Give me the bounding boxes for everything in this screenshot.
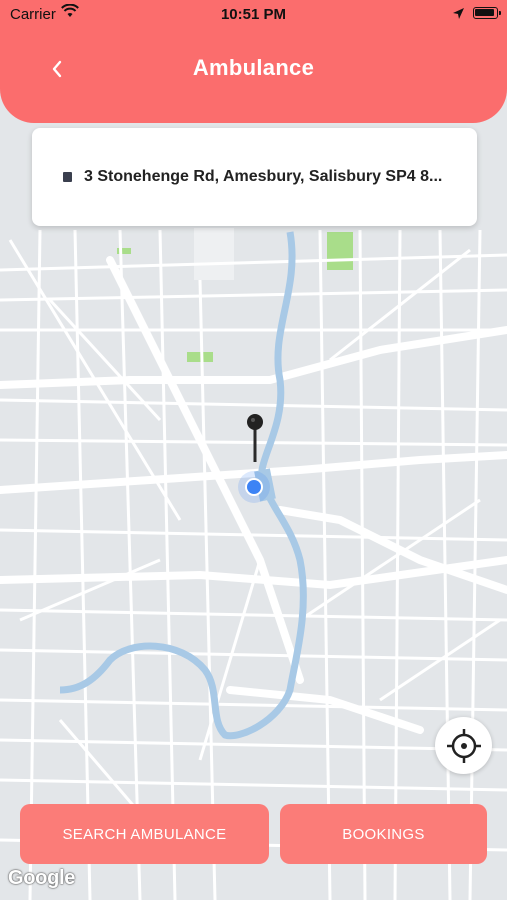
status-time: 10:51 PM — [220, 6, 287, 23]
search-ambulance-button[interactable]: SEARCH AMBULANCE — [20, 804, 269, 864]
current-location-dot — [238, 471, 270, 503]
address-card[interactable]: 3 Stonehenge Rd, Amesbury, Salisbury SP4… — [32, 128, 477, 226]
crosshair-icon — [446, 728, 481, 763]
address-text: 3 Stonehenge Rd, Amesbury, Salisbury SP4… — [84, 168, 443, 185]
app-header: Carrier 10:51 PM Ambulance — [0, 0, 507, 123]
status-bar: Carrier 10:51 PM — [0, 0, 507, 30]
recenter-button[interactable] — [435, 717, 492, 774]
bookings-button[interactable]: BOOKINGS — [280, 804, 487, 864]
map-pin-icon — [247, 414, 263, 462]
google-logo: Google — [8, 867, 76, 889]
battery-icon — [473, 7, 501, 19]
location-arrow-icon — [453, 8, 464, 19]
page-title: Ambulance — [192, 55, 315, 80]
location-marker-icon — [63, 172, 72, 182]
